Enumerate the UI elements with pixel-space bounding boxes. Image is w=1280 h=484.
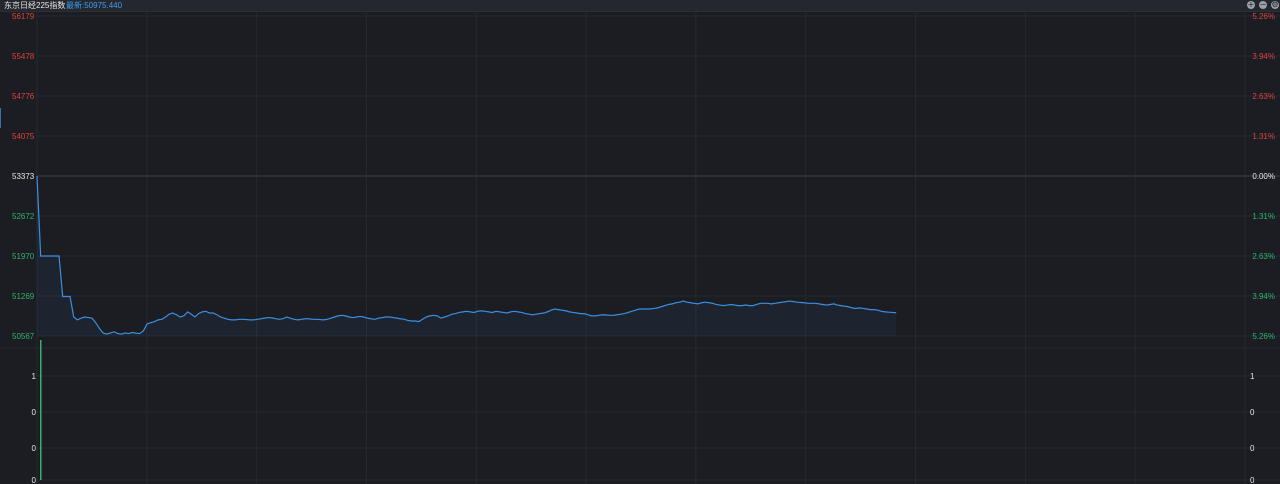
pct-tick-label: 0.00% — [1252, 172, 1275, 181]
zoom-in-icon[interactable]: + — [1247, 1, 1255, 9]
pct-tick-label: 2.63% — [1252, 252, 1275, 261]
y-tick-label: 51269 — [12, 292, 35, 301]
y-tick-label: 50567 — [12, 332, 35, 341]
y-tick-label: 53373 — [12, 172, 35, 181]
volume-tick-label: 0 — [32, 444, 37, 453]
y-tick-label: 55478 — [12, 52, 35, 61]
volume-tick-label: 0 — [32, 476, 37, 484]
pct-tick-label: 1.31% — [1252, 132, 1275, 141]
pct-tick-label: 3.94% — [1252, 52, 1275, 61]
volume-tick-label-right: 0 — [1250, 444, 1255, 453]
y-tick-label: 54075 — [12, 132, 35, 141]
y-tick-label: 56179 — [12, 12, 35, 21]
volume-tick-label-right: 1 — [1250, 372, 1255, 381]
y-tick-label: 52672 — [12, 212, 35, 221]
pct-tick-label: 3.94% — [1252, 292, 1275, 301]
latest-price-label: 最新:50975.440 — [66, 1, 123, 10]
scroll-marker[interactable] — [0, 108, 1, 128]
volume-tick-label: 0 — [32, 408, 37, 417]
pct-tick-label: 5.26% — [1252, 12, 1275, 21]
zoom-out-icon[interactable]: − — [1259, 1, 1267, 9]
volume-tick-label: 1 — [32, 372, 37, 381]
y-tick-label: 51970 — [12, 252, 35, 261]
intraday-chart: 56179 5.26% 55478 3.94% 54776 2.63% 54075 1.31%… — [0, 12, 1280, 484]
volume-bar — [40, 340, 42, 480]
volume-tick-label-right: 0 — [1250, 408, 1255, 417]
pct-tick-label: 2.63% — [1252, 92, 1275, 101]
settings-icon[interactable]: ⚙ — [1271, 1, 1279, 9]
pct-tick-label: 1.31% — [1252, 212, 1275, 221]
pct-tick-label: 5.26% — [1252, 332, 1275, 341]
chart-title-bar: 东京日经225指数 最新:50975.440 + − ⚙ — [0, 0, 1280, 12]
chart-title: 东京日经225指数 — [4, 1, 66, 10]
y-tick-label: 54776 — [12, 92, 35, 101]
volume-tick-label-right: 0 — [1250, 476, 1255, 484]
